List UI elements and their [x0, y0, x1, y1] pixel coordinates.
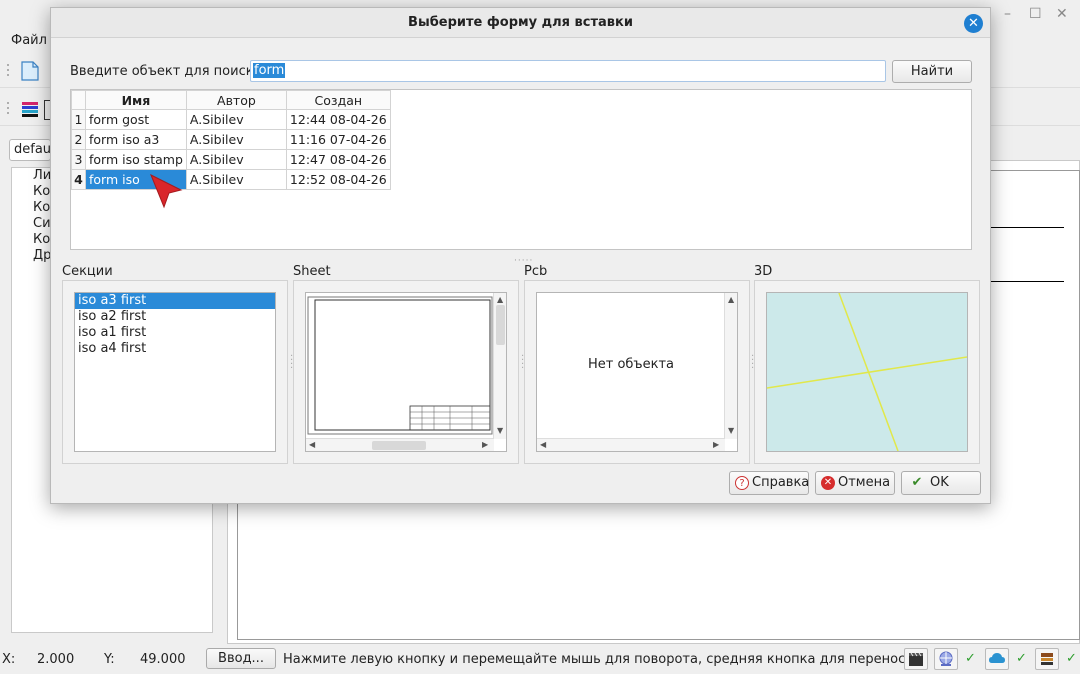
mouse-pointer-icon: [150, 173, 183, 209]
cell-author[interactable]: A.Sibilev: [185, 169, 287, 190]
minimize-icon[interactable]: –: [1004, 6, 1011, 22]
pcb-empty-text: Нет объекта: [587, 357, 675, 372]
menu-file[interactable]: Файл: [11, 33, 47, 48]
search-input-value: form: [253, 63, 286, 78]
search-label: Введите объект для поиска:: [70, 64, 266, 79]
close-icon[interactable]: ✕: [1056, 6, 1068, 22]
ok-button[interactable]: ✔ OK: [901, 471, 981, 495]
library-ok-icon: ✓: [1066, 651, 1077, 666]
cell-created[interactable]: 12:44 08-04-26: [285, 109, 391, 130]
pcb-preview[interactable]: Нет объекта ▲ ▼ ◀ ▶: [536, 292, 738, 452]
table-row[interactable]: 3 form iso stamp A.Sibilev 12:47 08-04-2…: [71, 149, 391, 170]
clapperboard-icon[interactable]: [904, 648, 928, 670]
pcb-horizontal-scrollbar[interactable]: ◀ ▶: [537, 438, 725, 451]
sheet-vertical-scrollbar[interactable]: ▲ ▼: [493, 293, 506, 439]
cell-name[interactable]: form iso a3: [85, 129, 187, 150]
cancel-icon: ✕: [821, 476, 835, 490]
three-d-axes: [766, 292, 968, 452]
sheet-drawing: [307, 296, 493, 435]
list-item[interactable]: iso a1 first: [75, 325, 275, 341]
sections-list[interactable]: iso a3 first iso a2 first iso a1 first i…: [74, 292, 276, 452]
row-number: 2: [71, 129, 86, 150]
results-table: Имя Автор Создан 1 form gost A.Sibilev 1…: [71, 90, 391, 190]
table-header-row: Имя Автор Создан: [71, 90, 391, 110]
help-button[interactable]: ? Справка: [729, 471, 809, 495]
panel-splitter[interactable]: · · · ·: [521, 352, 524, 374]
toolbar-grip-icon: [7, 102, 9, 114]
ok-icon: ✔: [911, 475, 923, 490]
dialog-close-icon[interactable]: ✕: [964, 14, 983, 33]
search-input[interactable]: form: [250, 60, 886, 82]
three-d-title: 3D: [754, 264, 773, 279]
table-row[interactable]: 2 form iso a3 A.Sibilev 11:16 07-04-26: [71, 129, 391, 150]
cell-author[interactable]: A.Sibilev: [185, 109, 287, 130]
find-button[interactable]: Найти: [892, 60, 972, 83]
pcb-vertical-scrollbar[interactable]: ▲ ▼: [724, 293, 737, 439]
cancel-button-label: Отмена: [838, 475, 891, 490]
list-item[interactable]: iso a2 first: [75, 309, 275, 325]
insert-form-dialog: Выберите форму для вставки ✕ Введите объ…: [50, 7, 991, 504]
results-table-area[interactable]: Имя Автор Создан 1 form gost A.Sibilev 1…: [70, 89, 972, 250]
style-combo[interactable]: default: [9, 139, 51, 161]
status-hint: Нажмите левую кнопку и перемещайте мышь …: [283, 652, 914, 667]
panel-splitter[interactable]: · · · ·: [751, 352, 754, 374]
column-header-created[interactable]: Создан: [285, 90, 391, 110]
toolbar-grip-icon: [7, 64, 9, 76]
drawing-line: [990, 281, 1064, 282]
cell-created[interactable]: 11:16 07-04-26: [285, 129, 391, 150]
row-number: 1: [71, 109, 86, 130]
three-d-preview[interactable]: [766, 292, 968, 452]
ok-button-label: OK: [930, 475, 949, 490]
table-row[interactable]: 1 form gost A.Sibilev 12:44 08-04-26: [71, 109, 391, 130]
maximize-icon[interactable]: ☐: [1029, 6, 1042, 22]
corner-cell: [71, 90, 86, 110]
column-header-name[interactable]: Имя: [85, 90, 187, 110]
new-document-icon[interactable]: [20, 60, 40, 82]
table-row-selected[interactable]: 4 form iso A.Sibilev 12:52 08-04-26: [71, 169, 391, 190]
list-item[interactable]: iso a3 first: [75, 293, 275, 309]
cloud-ok-icon: ✓: [1016, 651, 1027, 666]
cell-name[interactable]: form gost: [85, 109, 187, 130]
row-number: 3: [71, 149, 86, 170]
cell-name[interactable]: form iso stamp: [85, 149, 187, 170]
dialog-title: Выберите форму для вставки: [408, 15, 633, 30]
drawing-line: [990, 227, 1064, 228]
column-header-author[interactable]: Автор: [185, 90, 287, 110]
y-label: Y:: [104, 652, 115, 667]
sections-title: Секции: [62, 264, 113, 279]
input-button[interactable]: Ввод...: [206, 648, 276, 669]
pcb-title: Pcb: [524, 264, 548, 279]
x-value: 2.000: [37, 652, 75, 667]
cell-author[interactable]: A.Sibilev: [185, 149, 287, 170]
library-icon[interactable]: [1035, 648, 1059, 670]
cancel-button[interactable]: ✕ Отмена: [815, 471, 895, 495]
network-ok-icon: ✓: [965, 651, 976, 666]
cloud-icon[interactable]: [985, 648, 1009, 670]
cell-author[interactable]: A.Sibilev: [185, 129, 287, 150]
row-number: 4: [71, 169, 86, 190]
help-icon: ?: [735, 476, 749, 490]
cell-created[interactable]: 12:52 08-04-26: [285, 169, 391, 190]
y-value: 49.000: [140, 652, 186, 667]
list-item[interactable]: iso a4 first: [75, 341, 275, 357]
layers-icon[interactable]: [20, 100, 42, 120]
x-label: X:: [2, 652, 16, 667]
sheet-preview[interactable]: ▲ ▼ ◀ ▶: [305, 292, 507, 452]
network-icon[interactable]: [934, 648, 958, 670]
help-button-label: Справка: [752, 475, 810, 490]
panel-splitter[interactable]: · · · ·: [290, 352, 293, 374]
sheet-title: Sheet: [293, 264, 331, 279]
cell-created[interactable]: 12:47 08-04-26: [285, 149, 391, 170]
sheet-horizontal-scrollbar[interactable]: ◀ ▶: [306, 438, 494, 451]
